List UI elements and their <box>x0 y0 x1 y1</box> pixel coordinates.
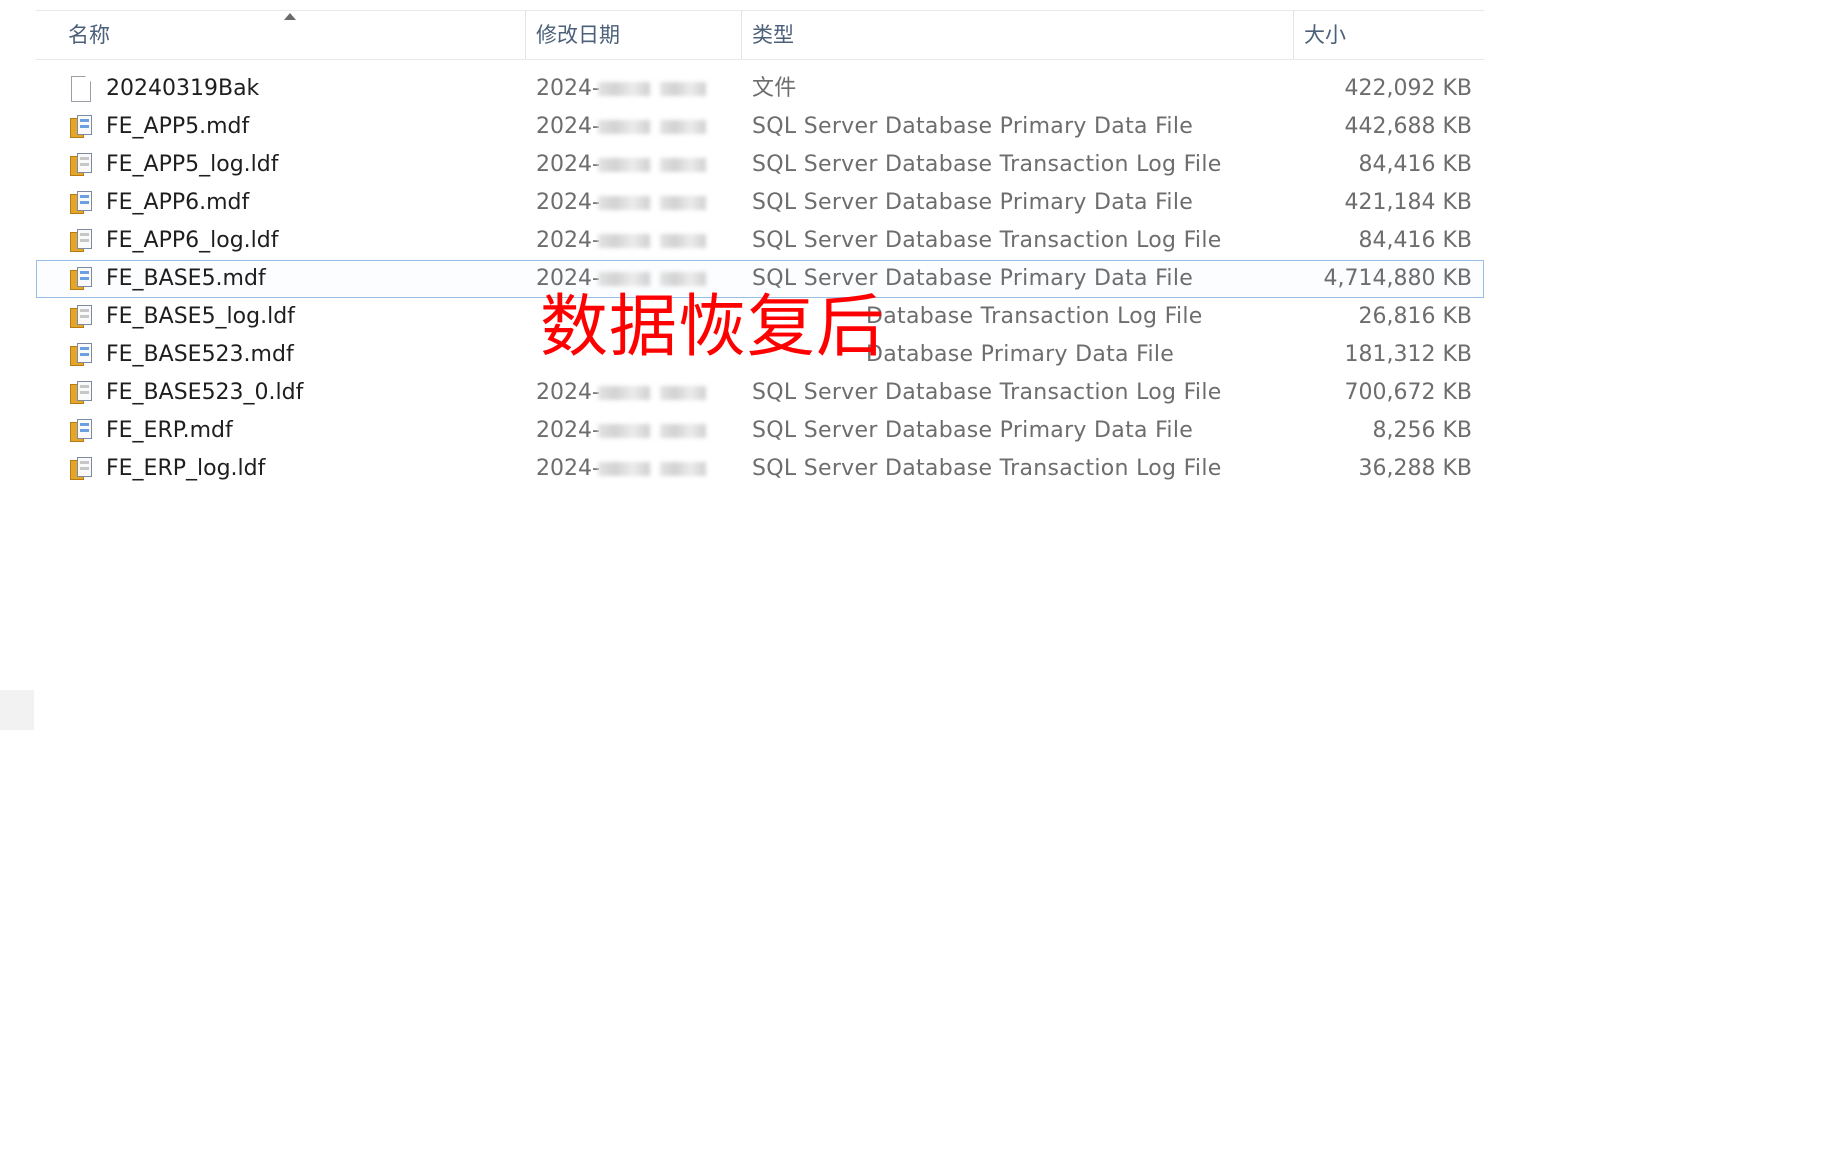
file-name: FE_ERP.mdf <box>106 418 233 443</box>
file-name: FE_APP5_log.ldf <box>106 152 279 177</box>
redacted-date-part <box>598 158 650 172</box>
file-type: Database Primary Data File <box>866 342 1175 367</box>
redacted-time-part <box>660 234 706 248</box>
file-explorer-view: 名称 修改日期 类型 大小 20240319Bak 2024- 文件 422,092 … <box>0 0 1828 1154</box>
redacted-time-part <box>660 120 706 134</box>
file-type: 文件 <box>752 76 797 101</box>
file-type: SQL Server Database Primary Data File <box>752 114 1194 139</box>
column-header-date-label: 修改日期 <box>536 23 620 47</box>
file-type: SQL Server Database Transaction Log File <box>752 456 1222 481</box>
file-row[interactable]: FE_APP6_log.ldf 2024- SQL Server Database … <box>36 222 1484 260</box>
file-row[interactable]: FE_ERP_log.ldf 2024- SQL Server Database T… <box>36 450 1484 488</box>
redacted-time-part <box>660 272 706 286</box>
file-row[interactable]: FE_APP6.mdf 2024- SQL Server Database Prim… <box>36 184 1484 222</box>
file-name: FE_APP5.mdf <box>106 114 250 139</box>
file-size: 84,416 KB <box>1358 228 1473 253</box>
file-name: FE_BASE523_0.ldf <box>106 380 304 405</box>
file-list: 20240319Bak 2024- 文件 422,092 KB FE_APP5.mdf 2… <box>36 70 1484 488</box>
file-name: FE_BASE523.mdf <box>106 342 294 367</box>
file-size: 8,256 KB <box>1372 418 1473 443</box>
database-primary-icon <box>68 190 94 216</box>
redacted-time-part <box>660 424 706 438</box>
file-type: SQL Server Database Transaction Log File <box>752 152 1222 177</box>
file-name: FE_BASE5.mdf <box>106 266 266 291</box>
file-modified-date: 2024- <box>536 76 600 101</box>
redacted-time-part <box>660 196 706 210</box>
column-header-type-label: 类型 <box>752 23 794 47</box>
file-modified-date: 2024- <box>536 228 600 253</box>
redacted-date-part <box>598 272 650 286</box>
column-header-size[interactable]: 大小 <box>1294 11 1484 59</box>
redacted-time-part <box>660 82 706 96</box>
redacted-date-part <box>598 386 650 400</box>
file-name: FE_ERP_log.ldf <box>106 456 266 481</box>
database-primary-icon <box>68 114 94 140</box>
file-modified-date: 2024- <box>536 380 600 405</box>
file-name: FE_APP6.mdf <box>106 190 250 215</box>
redacted-date-part <box>598 120 650 134</box>
file-type: SQL Server Database Transaction Log File <box>752 228 1222 253</box>
file-size: 422,092 KB <box>1344 76 1473 101</box>
file-size: 36,288 KB <box>1358 456 1473 481</box>
file-name: FE_APP6_log.ldf <box>106 228 279 253</box>
file-modified-date: 2024- <box>536 190 600 215</box>
database-primary-icon <box>68 266 94 292</box>
file-row[interactable]: FE_ERP.mdf 2024- SQL Server Database Prima… <box>36 412 1484 450</box>
file-row[interactable]: FE_BASE523_0.ldf 2024- SQL Server Database… <box>36 374 1484 412</box>
column-header-date[interactable]: 修改日期 <box>526 11 742 59</box>
sort-ascending-icon <box>284 13 296 20</box>
database-log-icon <box>68 380 94 406</box>
column-header-name-label: 名称 <box>68 23 110 47</box>
redacted-date-part <box>598 424 650 438</box>
file-modified-date: 2024- <box>536 456 600 481</box>
file-size: 26,816 KB <box>1358 304 1473 329</box>
column-header-name[interactable]: 名称 <box>36 11 526 59</box>
file-type: Database Transaction Log File <box>866 304 1203 329</box>
file-modified-date: 2024- <box>536 152 600 177</box>
redacted-time-part <box>660 462 706 476</box>
file-size: 442,688 KB <box>1344 114 1473 139</box>
column-header-type[interactable]: 类型 <box>742 11 1294 59</box>
file-name: 20240319Bak <box>106 76 260 101</box>
file-icon <box>68 76 94 102</box>
database-log-icon <box>68 304 94 330</box>
overlay-caption: 数据恢复后 <box>540 288 886 367</box>
file-size: 700,672 KB <box>1344 380 1473 405</box>
file-row[interactable]: 20240319Bak 2024- 文件 422,092 KB <box>36 70 1484 108</box>
file-size: 421,184 KB <box>1344 190 1473 215</box>
database-primary-icon <box>68 342 94 368</box>
file-type: SQL Server Database Primary Data File <box>752 418 1194 443</box>
file-row[interactable]: FE_APP5.mdf 2024- SQL Server Database Prim… <box>36 108 1484 146</box>
redacted-time-part <box>660 158 706 172</box>
file-row[interactable]: FE_APP5_log.ldf 2024- SQL Server Database … <box>36 146 1484 184</box>
database-log-icon <box>68 456 94 482</box>
file-size: 84,416 KB <box>1358 152 1473 177</box>
database-log-icon <box>68 152 94 178</box>
redacted-date-part <box>598 196 650 210</box>
redacted-date-part <box>598 462 650 476</box>
column-header-row: 名称 修改日期 类型 大小 <box>36 10 1484 60</box>
database-log-icon <box>68 228 94 254</box>
column-header-size-label: 大小 <box>1304 23 1346 47</box>
redacted-date-part <box>598 82 650 96</box>
file-size: 4,714,880 KB <box>1323 266 1472 291</box>
file-modified-date: 2024- <box>536 114 600 139</box>
file-size: 181,312 KB <box>1344 342 1473 367</box>
database-primary-icon <box>68 418 94 444</box>
redacted-time-part <box>660 386 706 400</box>
file-modified-date: 2024- <box>536 418 600 443</box>
redacted-date-part <box>598 234 650 248</box>
navigation-pane-edge <box>0 690 34 730</box>
file-type: SQL Server Database Primary Data File <box>752 190 1194 215</box>
file-type: SQL Server Database Transaction Log File <box>752 380 1222 405</box>
file-name: FE_BASE5_log.ldf <box>106 304 295 329</box>
